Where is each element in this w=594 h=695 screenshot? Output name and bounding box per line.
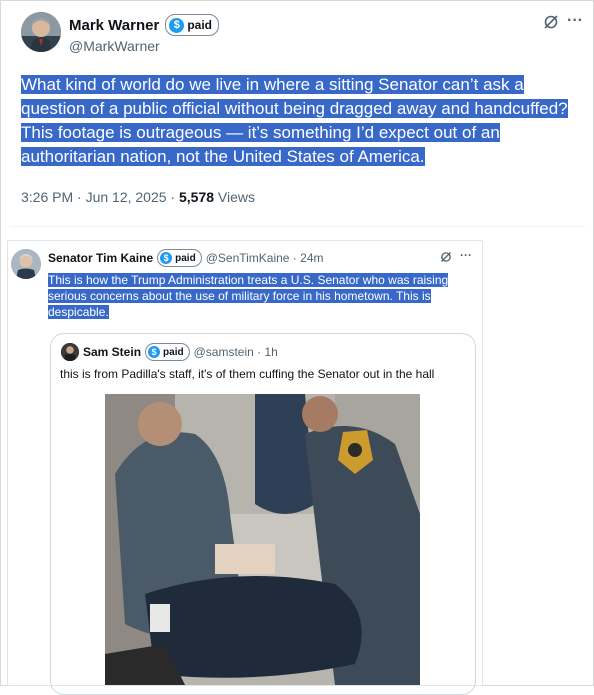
author-handle[interactable]: @MarkWarner [69, 38, 160, 54]
author-line: Mark Warner $ paid [69, 14, 219, 36]
kaine-avatar[interactable] [11, 249, 41, 279]
tweet-text-content: What kind of world do we live in where a… [21, 75, 568, 166]
views-count: 5,578 [178, 189, 215, 205]
stein-paid-label: paid [163, 346, 184, 358]
more-icon[interactable]: ··· [567, 12, 583, 30]
stein-paid-badge[interactable]: $ paid [145, 343, 190, 361]
dollar-icon: $ [160, 252, 173, 264]
dollar-icon: $ [148, 346, 161, 358]
grok-icon[interactable] [543, 14, 559, 35]
divider [10, 226, 585, 227]
tweet-timestamp[interactable]: 3:26 PM · Jun 12, 2025 · [21, 189, 179, 205]
stein-avatar[interactable] [61, 343, 79, 361]
paid-badge-label: paid [187, 18, 212, 32]
stein-handle-time[interactable]: @samstein · 1h [194, 345, 278, 359]
stein-tweet-text: this is from Padilla's staff, it's of th… [60, 367, 435, 381]
kaine-author-line: Senator Tim Kaine $ paid @SenTimKaine · … [48, 249, 323, 267]
kaine-paid-badge[interactable]: $ paid [157, 249, 202, 267]
kaine-tweet-text-content: This is how the Trump Administration tre… [48, 273, 449, 319]
kaine-more-icon[interactable]: ··· [460, 248, 472, 262]
stein-name[interactable]: Sam Stein [83, 345, 141, 359]
kaine-name[interactable]: Senator Tim Kaine [48, 251, 153, 265]
author-avatar[interactable] [21, 12, 61, 52]
kaine-tweet-text: This is how the Trump Administration tre… [48, 272, 478, 320]
tweet-meta: 3:26 PM · Jun 12, 2025 · 5,578 Views [21, 189, 255, 205]
author-name[interactable]: Mark Warner [69, 17, 159, 34]
tweet-text: What kind of world do we live in where a… [21, 73, 576, 169]
paid-badge[interactable]: $ paid [165, 14, 219, 36]
kaine-paid-label: paid [175, 252, 196, 264]
video-thumbnail[interactable] [105, 394, 420, 685]
dollar-icon: $ [169, 17, 185, 33]
kaine-grok-icon[interactable] [440, 250, 452, 268]
stein-author-line: Sam Stein $ paid @samstein · 1h [83, 343, 278, 361]
kaine-handle-time[interactable]: @SenTimKaine · 24m [206, 251, 324, 265]
views-label: Views [214, 189, 256, 205]
